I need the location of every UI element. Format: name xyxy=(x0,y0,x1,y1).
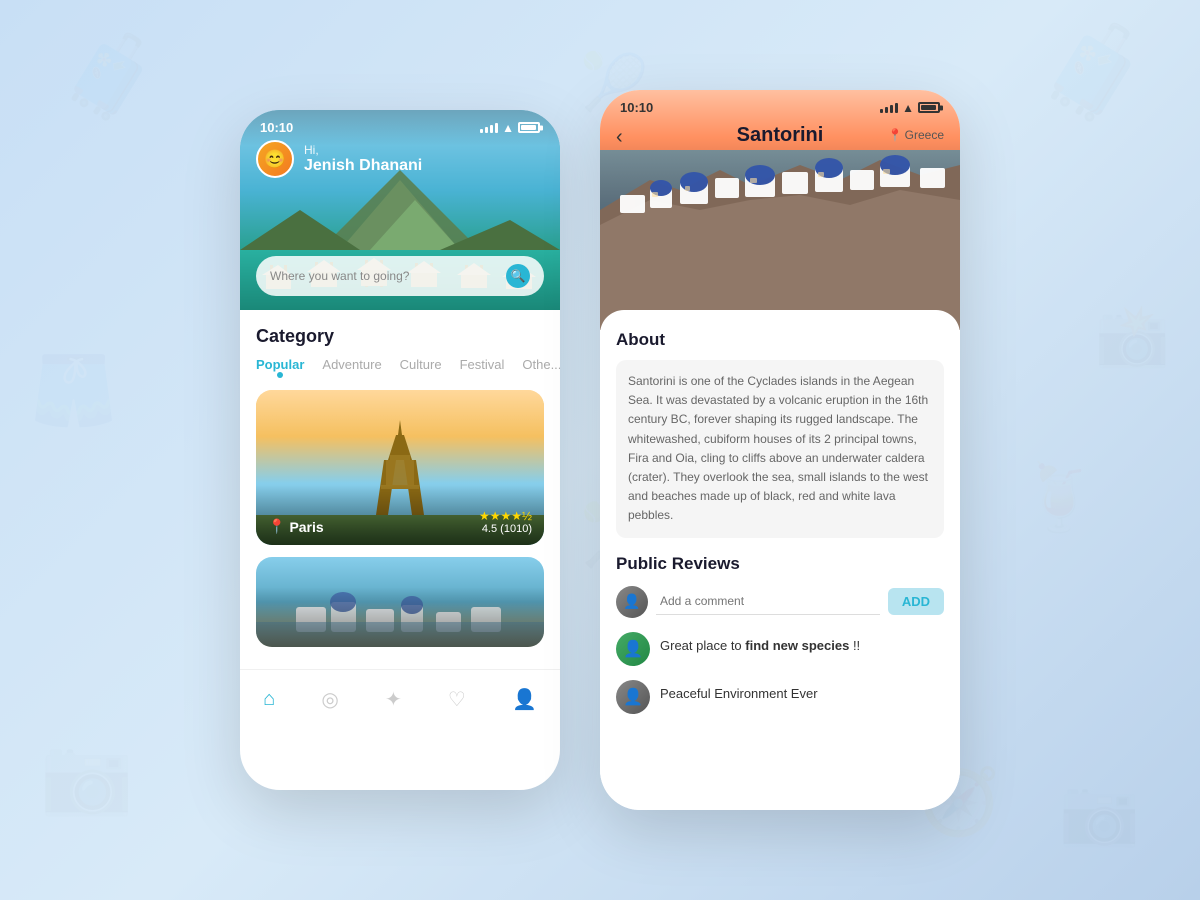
bottom-nav: ⌂ ◎ ✦ ♡ 👤 xyxy=(240,669,560,729)
reviewer-avatar-1: 👤 xyxy=(616,632,650,666)
category-tabs: Popular Adventure Culture Festival Othe.… xyxy=(256,357,544,376)
place-country: 📍 Greece xyxy=(888,128,944,142)
left-hero-image: 10:10 ▲ 😊 Hi, xyxy=(240,110,560,310)
phone-right: 10:10 ▲ ‹ Santorini xyxy=(600,90,960,810)
location-pin-icon: 📍 xyxy=(268,518,285,535)
greeting-name: Jenish Dhanani xyxy=(304,157,422,175)
tab-popular[interactable]: Popular xyxy=(256,357,304,376)
phone-left: 10:10 ▲ 😊 Hi, xyxy=(240,110,560,790)
place-title-header: Santorini xyxy=(737,124,824,147)
wifi-icon: ▲ xyxy=(502,121,514,135)
search-bar[interactable]: Where you want to going? 🔍 xyxy=(256,256,544,296)
reviewer-avatar-2: 👤 xyxy=(616,680,650,714)
review-item-1: 👤 Great place to find new species !! xyxy=(616,632,944,666)
left-time: 10:10 xyxy=(260,120,293,135)
battery-icon-right xyxy=(918,102,940,113)
country-pin-icon: 📍 xyxy=(888,128,903,142)
santorini-gradient xyxy=(256,587,544,647)
user-greeting: 😊 Hi, Jenish Dhanani xyxy=(256,140,422,178)
tab-other[interactable]: Othe... xyxy=(522,357,560,376)
phones-container: 10:10 ▲ 😊 Hi, xyxy=(0,0,1200,900)
category-title: Category xyxy=(256,326,544,347)
detail-content: About Santorini is one of the Cyclades i… xyxy=(600,310,960,810)
category-section: Category Popular Adventure Culture Festi… xyxy=(240,310,560,669)
right-status-icons: ▲ xyxy=(880,101,940,115)
signal-icon-right xyxy=(880,103,898,113)
left-status-icons: ▲ xyxy=(480,121,540,135)
paris-card[interactable]: 📍 Paris ★★★★½ 4.5 (1010) xyxy=(256,390,544,545)
paris-stars: ★★★★½ xyxy=(479,509,532,523)
nav-favorites[interactable]: ♡ xyxy=(436,683,478,716)
tab-culture[interactable]: Culture xyxy=(400,357,442,376)
paris-rating-text: 4.5 (1010) xyxy=(479,523,532,535)
left-status-bar: 10:10 ▲ xyxy=(240,110,560,139)
add-comment-button[interactable]: ADD xyxy=(888,588,944,615)
right-status-bar: 10:10 ▲ xyxy=(600,90,960,119)
greeting-text: Hi, Jenish Dhanani xyxy=(304,143,422,175)
review-item-2: 👤 Peaceful Environment Ever xyxy=(616,680,944,714)
reviews-title: Public Reviews xyxy=(616,554,944,574)
paris-rating: ★★★★½ 4.5 (1010) xyxy=(479,509,532,535)
search-placeholder: Where you want to going? xyxy=(270,269,409,283)
tab-adventure[interactable]: Adventure xyxy=(322,357,381,376)
paris-location: 📍 Paris xyxy=(268,518,324,535)
santorini-card-left[interactable] xyxy=(256,557,544,647)
nav-profile[interactable]: 👤 xyxy=(500,683,549,716)
greeting-hi: Hi, xyxy=(304,143,422,157)
battery-icon xyxy=(518,122,540,133)
review-text-1: Great place to find new species !! xyxy=(660,632,860,653)
wifi-icon-right: ▲ xyxy=(902,101,914,115)
signal-icon xyxy=(480,123,498,133)
comment-input[interactable] xyxy=(656,588,880,615)
search-icon[interactable]: 🔍 xyxy=(506,264,530,288)
comment-user-avatar: 👤 xyxy=(616,586,648,618)
back-button[interactable]: ‹ xyxy=(616,126,623,149)
tab-festival[interactable]: Festival xyxy=(460,357,505,376)
about-title: About xyxy=(616,330,944,350)
about-text: Santorini is one of the Cyclades islands… xyxy=(616,360,944,538)
nav-home[interactable]: ⌂ xyxy=(251,684,287,715)
country-name: Greece xyxy=(905,128,944,142)
user-avatar: 😊 xyxy=(256,140,294,178)
nav-location[interactable]: ◎ xyxy=(309,683,350,716)
right-time: 10:10 xyxy=(620,100,653,115)
review-text-2: Peaceful Environment Ever xyxy=(660,680,818,701)
right-hero-image: 10:10 ▲ ‹ Santorini xyxy=(600,90,960,330)
nav-explore[interactable]: ✦ xyxy=(373,683,414,716)
comment-input-row: 👤 ADD xyxy=(616,586,944,618)
